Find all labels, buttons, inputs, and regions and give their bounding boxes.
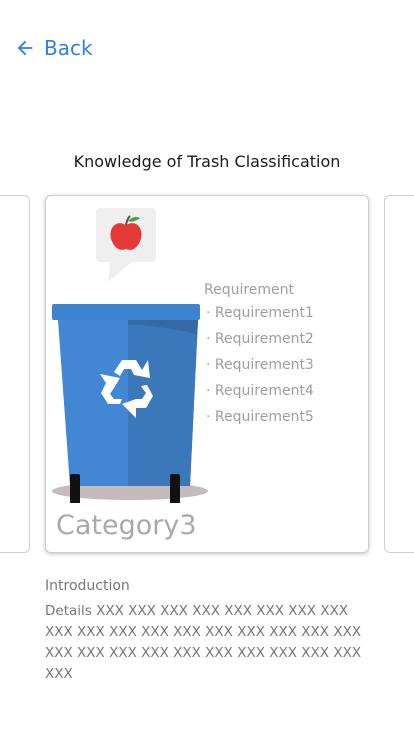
previous-card[interactable] xyxy=(0,195,30,553)
requirement-title: Requirement xyxy=(204,282,295,298)
introduction-section: Introduction Details XXX XXX XXX XXX XXX… xyxy=(45,575,375,685)
requirement-item: · Requirement3 xyxy=(206,357,314,373)
arrow-left-icon xyxy=(17,40,33,56)
introduction-title: Introduction xyxy=(45,578,130,594)
back-label: Back xyxy=(44,36,93,60)
introduction-details: Details XXX XXX XXX XXX XXX XXX XXX XXX … xyxy=(45,603,362,682)
requirements-list: Requirement · Requirement1 · Requirement… xyxy=(204,280,314,430)
next-card[interactable] xyxy=(384,195,414,553)
category-card[interactable]: Requirement · Requirement1 · Requirement… xyxy=(45,195,369,553)
top-bar: Back xyxy=(0,0,414,100)
recycle-bin-icon xyxy=(52,208,208,503)
requirement-item: · Requirement2 xyxy=(206,331,314,347)
back-button[interactable]: Back xyxy=(14,36,93,60)
requirement-item: · Requirement4 xyxy=(206,383,314,399)
requirement-item: · Requirement1 xyxy=(206,305,314,321)
requirement-item: · Requirement5 xyxy=(206,409,314,425)
category-label: Category3 xyxy=(56,510,197,541)
page-title: Knowledge of Trash Classification xyxy=(73,152,341,171)
